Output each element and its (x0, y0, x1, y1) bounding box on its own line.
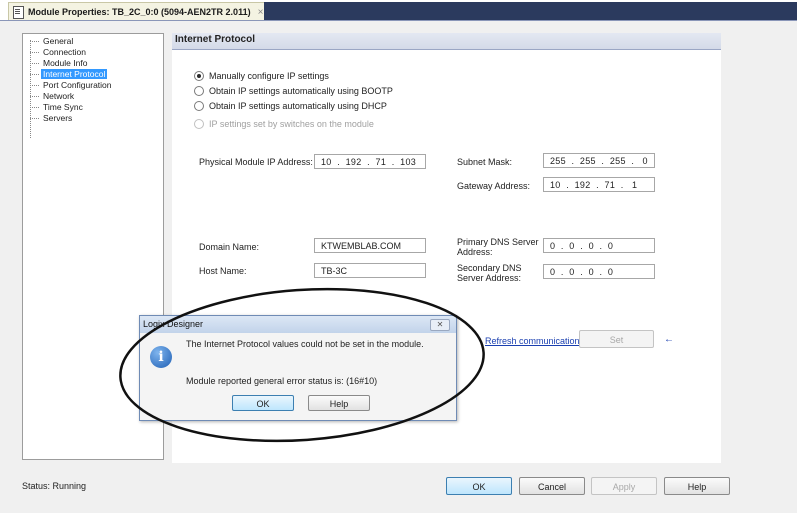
radio-button[interactable] (194, 71, 204, 81)
tree-item-module-info[interactable]: Module Info (23, 58, 89, 69)
apply-button[interactable]: Apply (591, 477, 657, 495)
radio-switches: IP settings set by switches on the modul… (194, 119, 374, 129)
radio-dhcp[interactable]: Obtain IP settings automatically using D… (194, 101, 387, 111)
host-name-label: Host Name: (199, 266, 247, 276)
ok-button[interactable]: OK (446, 477, 512, 495)
window-titlebar: Module Properties: TB_2C_0:0 (5094-AEN2T… (0, 0, 797, 21)
error-message-dialog: Logix Designer ✕ i The Internet Protocol… (139, 315, 457, 421)
domain-name-field[interactable]: KTWEMBLAB.COM (314, 238, 426, 253)
tree-item-connection[interactable]: Connection (23, 47, 88, 58)
dialog-titlebar: Logix Designer ✕ (140, 316, 456, 333)
radio-label: Manually configure IP settings (209, 71, 329, 81)
document-icon (13, 5, 24, 19)
radio-label: IP settings set by switches on the modul… (209, 119, 374, 129)
arrow-left-icon: ← (664, 334, 674, 345)
tree-item-label: Port Configuration (43, 80, 112, 90)
secondary-dns-field[interactable]: 0 . 0 . 0 . 0 (543, 264, 655, 279)
gateway-field[interactable]: 10 . 192 . 71 . 1 (543, 177, 655, 192)
tree-item-time-sync[interactable]: Time Sync (23, 102, 85, 113)
dialog-title: Logix Designer (143, 319, 204, 329)
status-text: Status: Running (22, 481, 87, 491)
tab-close-icon[interactable]: × (258, 7, 264, 18)
dialog-body: i The Internet Protocol values could not… (140, 333, 456, 420)
dialog-message: The Internet Protocol values could not b… (186, 339, 424, 349)
domain-name-label: Domain Name: (199, 242, 260, 252)
primary-dns-field[interactable]: 0 . 0 . 0 . 0 (543, 238, 655, 253)
radio-label: Obtain IP settings automatically using B… (209, 86, 393, 96)
tree-item-general[interactable]: General (23, 36, 75, 47)
radio-manual-ip[interactable]: Manually configure IP settings (194, 71, 329, 81)
window-title: Module Properties: TB_2C_0:0 (5094-AEN2T… (28, 7, 251, 17)
tree-item-internet-protocol[interactable]: Internet Protocol (23, 69, 108, 80)
refresh-communication-link[interactable]: Refresh communication. (485, 336, 582, 346)
host-name-field[interactable]: TB-3C (314, 263, 426, 278)
panel-title: Internet Protocol (175, 34, 256, 45)
tree-item-label: General (43, 36, 74, 46)
gateway-label: Gateway Address: (457, 181, 531, 191)
secondary-dns-label: Secondary DNS Server Address: (457, 263, 522, 283)
tree-item-port-configuration[interactable]: Port Configuration (23, 80, 114, 91)
tree-item-label: Module Info (43, 58, 88, 68)
radio-button[interactable] (194, 101, 204, 111)
radio-label: Obtain IP settings automatically using D… (209, 101, 387, 111)
tree-item-network[interactable]: Network (23, 91, 76, 102)
radio-bootp[interactable]: Obtain IP settings automatically using B… (194, 86, 393, 96)
radio-button[interactable] (194, 86, 204, 96)
info-icon: i (150, 346, 172, 368)
tree-item-servers[interactable]: Servers (23, 113, 74, 124)
close-icon[interactable]: ✕ (430, 319, 450, 331)
panel-header: Internet Protocol (172, 33, 721, 50)
ip-address-label: Physical Module IP Address: (199, 157, 313, 167)
radio-button (194, 119, 204, 129)
subnet-mask-field[interactable]: 255 . 255 . 255 . 0 (543, 153, 655, 168)
dialog-ok-button[interactable]: OK (232, 395, 294, 411)
title-strip (264, 2, 797, 20)
help-button[interactable]: Help (664, 477, 730, 495)
subnet-mask-label: Subnet Mask: (457, 157, 513, 167)
tree-item-label: Servers (43, 113, 73, 123)
tree-item-label: Connection (43, 47, 87, 57)
dialog-help-button[interactable]: Help (308, 395, 370, 411)
tree-item-label: Time Sync (43, 102, 83, 112)
tree-item-label: Network (43, 91, 75, 101)
tree-item-label: Internet Protocol (41, 69, 108, 79)
primary-dns-label: Primary DNS Server Address: (457, 237, 539, 257)
window-tab[interactable]: Module Properties: TB_2C_0:0 (5094-AEN2T… (8, 2, 273, 21)
set-button[interactable]: Set (579, 330, 654, 348)
dialog-detail: Module reported general error status is:… (186, 376, 378, 386)
ip-address-field[interactable]: 10 . 192 . 71 . 103 (314, 154, 426, 169)
cancel-button[interactable]: Cancel (519, 477, 585, 495)
